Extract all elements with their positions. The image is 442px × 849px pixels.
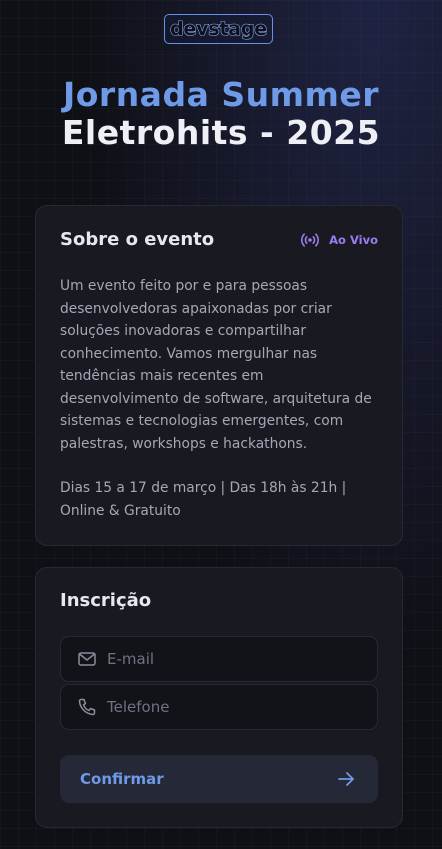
phone-field[interactable] <box>60 684 378 730</box>
devstage-logo: devstage <box>164 14 273 44</box>
broadcast-icon <box>301 233 320 247</box>
about-title: Sobre o evento <box>60 229 215 250</box>
event-description: Um evento feito por e para pessoas desen… <box>60 278 372 452</box>
live-badge: Ao Vivo <box>300 232 378 248</box>
event-title-line1: Jornada Summer <box>62 75 380 114</box>
logo-text: devstage <box>169 17 267 40</box>
event-schedule: Dias 15 a 17 de março | Das 18h às 21h |… <box>60 480 347 519</box>
confirm-button[interactable]: Confirmar <box>60 755 378 803</box>
confirm-label: Confirmar <box>80 770 164 788</box>
signup-title: Inscrição <box>60 590 152 611</box>
phone-input[interactable] <box>107 698 347 716</box>
live-label: Ao Vivo <box>329 233 378 247</box>
event-title-line2: Eletrohits - 2025 <box>61 113 381 152</box>
email-field[interactable] <box>60 636 378 682</box>
email-input[interactable] <box>107 650 347 668</box>
phone-icon <box>78 698 96 716</box>
event-title: Jornada Summer Eletrohits - 2025 <box>0 76 442 152</box>
arrow-right-icon <box>338 772 354 786</box>
mail-icon <box>78 652 96 666</box>
